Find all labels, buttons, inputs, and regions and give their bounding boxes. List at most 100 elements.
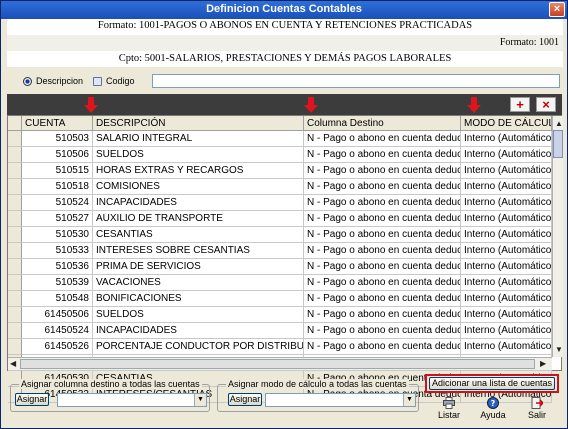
cell-modo-calculo[interactable]: Interno (Automático) [461, 243, 552, 259]
table-row[interactable]: 510530 CESANTIAS N - Pago o abono en cuent… [8, 227, 552, 243]
search-input[interactable] [152, 74, 560, 88]
column-header-modo[interactable]: MODO DE CÁLCUL [461, 116, 552, 131]
radio-descripcion[interactable] [23, 76, 32, 86]
add-account-list-button[interactable]: Adicionar una lista de cuentas [429, 377, 555, 390]
cell-descripcion[interactable]: VACACIONES [93, 275, 304, 291]
horizontal-scroll-thumb[interactable] [20, 359, 535, 369]
column-header-cuenta[interactable]: CUENTA [22, 116, 93, 131]
cell-descripcion[interactable]: PRIMA DE SERVICIOS [93, 259, 304, 275]
table-row[interactable]: 510518 COMISIONES N - Pago o abono en cuen… [8, 179, 552, 195]
cell-columna-destino[interactable]: N - Pago o abono en cuenta deducible [304, 227, 461, 243]
table-row[interactable]: 61450506 SUELDOS N - Pago o abono en cuent… [8, 307, 552, 323]
cell-modo-calculo[interactable]: Interno (Automático) [461, 147, 552, 163]
cell-cuenta[interactable]: 61450524 [22, 323, 93, 339]
destino-select[interactable]: ▼ [57, 393, 207, 407]
cell-cuenta[interactable]: 510527 [22, 211, 93, 227]
cell-cuenta[interactable]: 510539 [22, 275, 93, 291]
cell-cuenta[interactable]: 510530 [22, 227, 93, 243]
cell-modo-calculo[interactable]: Interno (Automático) [461, 211, 552, 227]
scroll-down-icon[interactable]: ▼ [555, 345, 563, 354]
table-row[interactable]: 61450524 INCAPACIDADES N - Pago o abono en… [8, 323, 552, 339]
cell-descripcion[interactable]: CESANTIAS [93, 227, 304, 243]
radio-codigo[interactable] [93, 76, 103, 86]
chevron-down-icon[interactable]: ▼ [403, 394, 415, 406]
asignar-modo-button[interactable]: Asignar [228, 393, 262, 406]
cell-descripcion[interactable]: INTERESES SOBRE CESANTIAS [93, 243, 304, 259]
cell-columna-destino[interactable]: N - Pago o abono en cuenta deducible [304, 259, 461, 275]
cell-descripcion[interactable]: INCAPACIDADES [93, 195, 304, 211]
cell-modo-calculo[interactable]: Interno (Automático) [461, 163, 552, 179]
table-row[interactable]: 510524 INCAPACIDADES N - Pago o abono en c… [8, 195, 552, 211]
vertical-scroll-thumb[interactable] [553, 130, 563, 158]
cell-cuenta[interactable]: 510518 [22, 179, 93, 195]
cuentas-grid[interactable]: CUENTA DESCRIPCIÓN Columna Destino MODO … [7, 115, 563, 403]
cell-modo-calculo[interactable]: Interno (Automático) [461, 275, 552, 291]
cell-descripcion[interactable]: COMISIONES [93, 179, 304, 195]
cell-columna-destino[interactable]: N - Pago o abono en cuenta deducible [304, 179, 461, 195]
cell-descripcion[interactable]: INCAPACIDADES [93, 323, 304, 339]
table-row[interactable]: 61450526 PORCENTAJE CONDUCTOR POR DISTRIB… [8, 339, 552, 355]
cell-columna-destino[interactable]: N - Pago o abono en cuenta deducible [304, 131, 461, 147]
table-row[interactable]: 510548 BONIFICACIONES N - Pago o abono en … [8, 291, 552, 307]
cell-cuenta[interactable]: 510524 [22, 195, 93, 211]
vertical-scrollbar[interactable]: ▲ ▼ [552, 116, 563, 357]
cell-modo-calculo[interactable]: Interno (Automático) [461, 323, 552, 339]
cell-columna-destino[interactable]: N - Pago o abono en cuenta deducible [304, 147, 461, 163]
cell-cuenta[interactable]: 61450506 [22, 307, 93, 323]
table-row[interactable]: 510503 SALARIO INTEGRAL N - Pago o abono e… [8, 131, 552, 147]
table-row[interactable]: 510533 INTERESES SOBRE CESANTIAS N - Pago … [8, 243, 552, 259]
modo-select[interactable]: ▼ [265, 393, 416, 407]
cell-descripcion[interactable]: SUELDOS [93, 147, 304, 163]
chevron-down-icon[interactable]: ▼ [194, 394, 206, 406]
cell-modo-calculo[interactable]: Interno (Automático) [461, 195, 552, 211]
scroll-up-icon[interactable]: ▲ [555, 119, 563, 128]
cell-columna-destino[interactable]: N - Pago o abono en cuenta deducible [304, 291, 461, 307]
cell-modo-calculo[interactable]: Interno (Automático) [461, 179, 552, 195]
cell-columna-destino[interactable]: N - Pago o abono en cuenta deducible [304, 163, 461, 179]
cell-descripcion[interactable]: AUXILIO DE TRANSPORTE [93, 211, 304, 227]
delete-row-button[interactable]: × [536, 97, 556, 112]
cell-cuenta[interactable]: 510533 [22, 243, 93, 259]
cell-descripcion[interactable]: PORCENTAJE CONDUCTOR POR DISTRIBUIR [93, 339, 304, 355]
cell-cuenta[interactable]: 510503 [22, 131, 93, 147]
table-row[interactable]: 510539 VACACIONES N - Pago o abono en cuen… [8, 275, 552, 291]
cell-columna-destino[interactable]: N - Pago o abono en cuenta deducible [304, 307, 461, 323]
horizontal-scrollbar[interactable]: ◀ ▶ [8, 357, 552, 370]
cell-cuenta[interactable]: 510506 [22, 147, 93, 163]
cell-columna-destino[interactable]: N - Pago o abono en cuenta deducible [304, 339, 461, 355]
scroll-right-icon[interactable]: ▶ [540, 359, 546, 368]
table-row[interactable]: 510536 PRIMA DE SERVICIOS N - Pago o abono… [8, 259, 552, 275]
cell-modo-calculo[interactable]: Interno (Automático) [461, 339, 552, 355]
cell-descripcion[interactable]: SALARIO INTEGRAL [93, 131, 304, 147]
scroll-left-icon[interactable]: ◀ [10, 359, 16, 368]
cell-modo-calculo[interactable]: Interno (Automático) [461, 227, 552, 243]
cell-cuenta[interactable]: 510515 [22, 163, 93, 179]
row-indicator [8, 179, 22, 195]
cell-descripcion[interactable]: HORAS EXTRAS Y RECARGOS [93, 163, 304, 179]
cell-descripcion[interactable]: SUELDOS [93, 307, 304, 323]
cell-columna-destino[interactable]: N - Pago o abono en cuenta deducible [304, 195, 461, 211]
cell-modo-calculo[interactable]: Interno (Automático) [461, 259, 552, 275]
cell-cuenta[interactable]: 510536 [22, 259, 93, 275]
column-header-destino[interactable]: Columna Destino [304, 116, 461, 131]
cell-descripcion[interactable]: BONIFICACIONES [93, 291, 304, 307]
salir-button[interactable]: Salir [517, 397, 557, 421]
cell-columna-destino[interactable]: N - Pago o abono en cuenta deducible [304, 211, 461, 227]
ayuda-button[interactable]: ? Ayuda [473, 397, 513, 421]
listar-button[interactable]: Listar [429, 397, 469, 421]
table-row[interactable]: 510527 AUXILIO DE TRANSPORTE N - Pago o ab… [8, 211, 552, 227]
cell-modo-calculo[interactable]: Interno (Automático) [461, 131, 552, 147]
close-button[interactable]: × [549, 2, 565, 17]
cell-columna-destino[interactable]: N - Pago o abono en cuenta deducible [304, 275, 461, 291]
cell-cuenta[interactable]: 510548 [22, 291, 93, 307]
asignar-destino-button[interactable]: Asignar [15, 393, 49, 406]
table-row[interactable]: 510515 HORAS EXTRAS Y RECARGOS N - Pago o … [8, 163, 552, 179]
table-row[interactable]: 510506 SUELDOS N - Pago o abono en cuenta … [8, 147, 552, 163]
cell-modo-calculo[interactable]: Interno (Automático) [461, 307, 552, 323]
add-row-button[interactable]: + [510, 97, 530, 112]
cell-columna-destino[interactable]: N - Pago o abono en cuenta deducible [304, 323, 461, 339]
cell-modo-calculo[interactable]: Interno (Automático) [461, 291, 552, 307]
column-header-descripcion[interactable]: DESCRIPCIÓN [93, 116, 304, 131]
cell-cuenta[interactable]: 61450526 [22, 339, 93, 355]
cell-columna-destino[interactable]: N - Pago o abono en cuenta deducible [304, 243, 461, 259]
